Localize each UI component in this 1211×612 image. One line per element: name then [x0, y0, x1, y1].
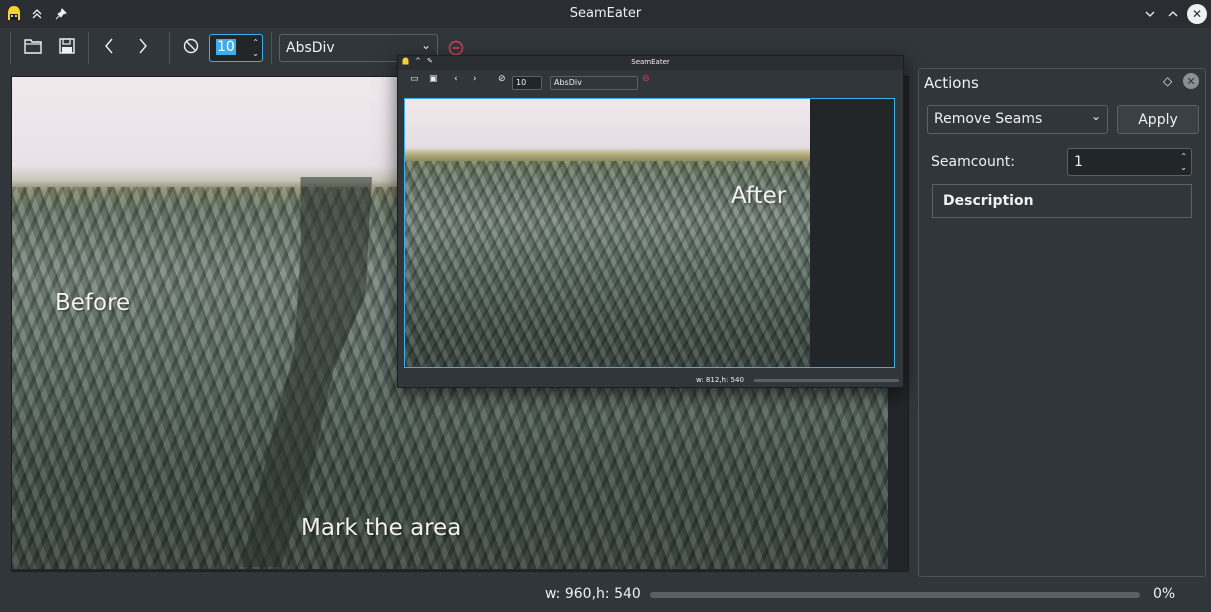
panel-title: Actions — [924, 74, 979, 92]
mark-area-label: Mark the area — [301, 515, 462, 541]
mini-title-bar: ^ ✎ SeamEater — [398, 56, 903, 70]
after-label: After — [731, 183, 787, 209]
open-folder-icon — [24, 38, 42, 58]
forward-icon — [137, 38, 149, 58]
mini-window-title: SeamEater — [631, 58, 670, 66]
description-label: Description — [943, 193, 1034, 209]
mini-cancel-icon: ⊘ — [498, 74, 506, 84]
seam-step-spinbox[interactable]: 10 ⌃ ⌄ — [209, 34, 263, 62]
title-bar: SeamEater ✕ — [0, 0, 1211, 28]
before-label: Before — [55, 290, 131, 316]
mini-spinbox: 10 — [512, 76, 542, 90]
method-value: AbsDiv — [286, 40, 335, 56]
float-icon[interactable]: ◇ — [1163, 74, 1172, 88]
action-value: Remove Seams — [934, 111, 1043, 127]
open-button[interactable] — [18, 34, 48, 62]
apply-button[interactable]: Apply — [1117, 105, 1199, 134]
save-icon — [59, 38, 75, 58]
progress-text: 0% — [1153, 586, 1176, 602]
save-button[interactable] — [52, 34, 82, 62]
mini-spinbox-value: 10 — [516, 78, 527, 87]
forward-button[interactable] — [128, 34, 158, 62]
spinbox-arrows[interactable]: ⌃ ⌄ — [1180, 151, 1187, 173]
mini-grass-photo: After — [405, 99, 810, 367]
maximize-icon[interactable] — [1163, 4, 1183, 24]
actions-panel: Actions ◇ ✕ Remove Seams ⌄ Apply Seamcou… — [918, 68, 1206, 577]
toolbar-separator — [169, 32, 170, 64]
mini-back-icon: ‹ — [454, 74, 458, 84]
back-button[interactable] — [94, 34, 124, 62]
close-icon[interactable]: ✕ — [1187, 4, 1207, 24]
image-dimensions: w: 960,h: 540 — [545, 586, 641, 602]
seamcount-value[interactable]: 1 — [1074, 154, 1083, 170]
spinbox-value[interactable]: 10 — [216, 39, 236, 55]
mini-canvas: After — [404, 98, 895, 368]
mini-forward-icon: › — [473, 74, 477, 84]
cancel-icon — [183, 38, 199, 58]
status-bar: w: 960,h: 540 0% — [0, 580, 1211, 608]
mini-toolbar: ▭ ▣ ‹ › ⊘ 10 AbsDiv ⊖ — [398, 70, 903, 94]
mini-progress-bar — [754, 379, 899, 382]
back-icon — [103, 38, 115, 58]
mini-save-icon: ▣ — [429, 74, 438, 84]
mini-stop-icon: ⊖ — [642, 74, 650, 84]
toolbar-separator — [88, 32, 89, 64]
cancel-button[interactable] — [176, 34, 206, 62]
seamcount-label: Seamcount: — [931, 154, 1015, 170]
mini-method-value: AbsDiv — [554, 78, 582, 87]
window-title: SeamEater — [569, 6, 642, 21]
mini-open-folder-icon: ▭ — [410, 74, 419, 84]
mini-method-combobox: AbsDiv — [550, 76, 638, 90]
mini-status-text: w: 812,h: 540 — [696, 376, 744, 384]
progress-bar — [650, 592, 1140, 598]
seamcount-spinbox[interactable]: 1 ⌃ ⌄ — [1067, 148, 1192, 176]
toolbar-separator — [271, 32, 272, 64]
description-box: Description — [932, 184, 1192, 218]
chevron-down-icon: ⌄ — [420, 38, 431, 52]
action-combobox[interactable]: Remove Seams ⌄ — [927, 105, 1108, 134]
preview-window[interactable]: ^ ✎ SeamEater ▭ ▣ ‹ › ⊘ 10 AbsDiv ⊖ Afte… — [397, 55, 904, 388]
minimize-icon[interactable] — [1140, 4, 1160, 24]
spinbox-arrows[interactable]: ⌃ ⌄ — [252, 37, 259, 59]
toolbar-separator — [10, 32, 11, 64]
panel-close-icon[interactable]: ✕ — [1183, 73, 1199, 89]
chevron-down-icon: ⌄ — [1090, 109, 1101, 123]
